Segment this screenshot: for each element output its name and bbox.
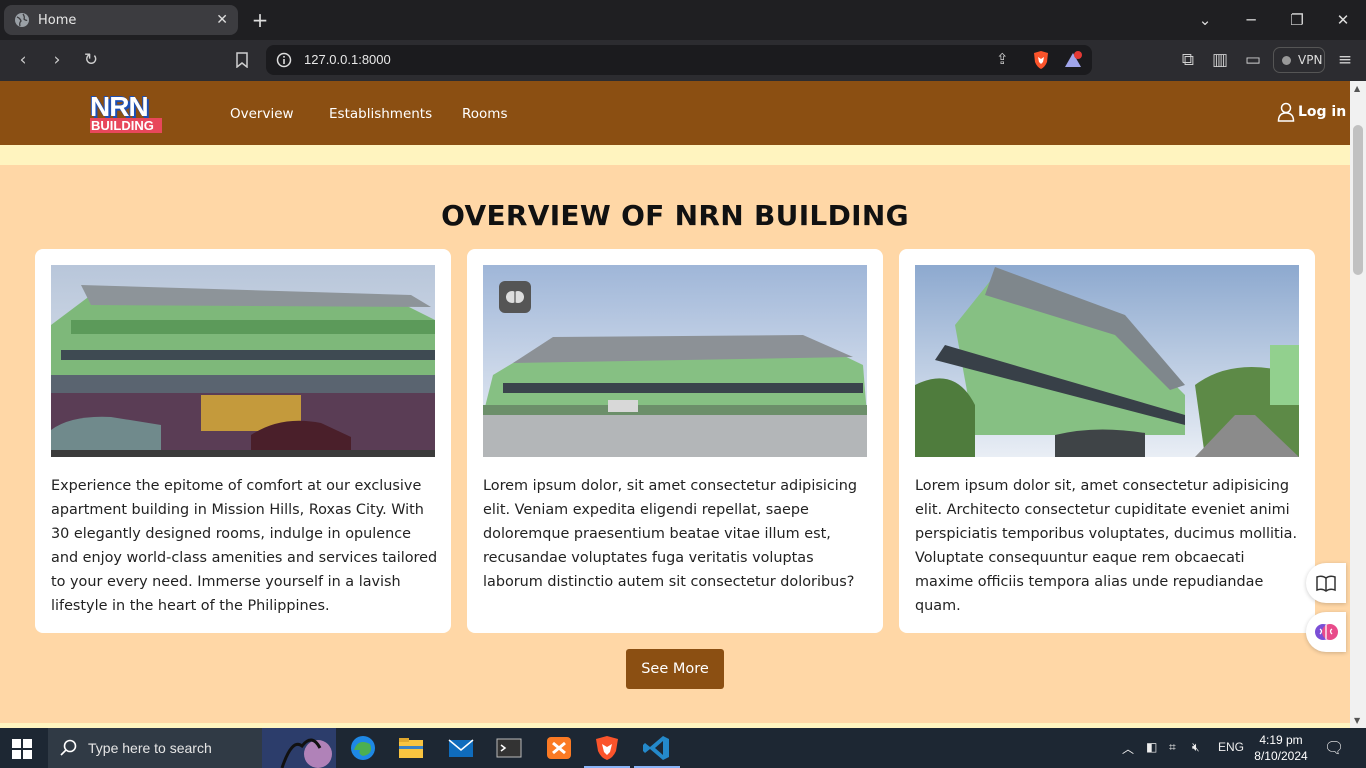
file-explorer-icon[interactable]: [396, 734, 426, 762]
address-bar[interactable]: 127.0.0.1:8000 ⇪: [266, 45, 1092, 75]
search-icon: [60, 739, 77, 756]
card-description: Lorem ipsum dolor sit, amet consectetur …: [915, 478, 1298, 614]
nav-establishments[interactable]: Establishments: [329, 106, 432, 122]
url-text: 127.0.0.1:8000: [304, 52, 391, 67]
mail-app-icon[interactable]: [446, 734, 476, 762]
building-photo: [483, 265, 867, 457]
windows-start-icon[interactable]: [12, 739, 32, 759]
browser-toolbar: ‹ › ↻ 127.0.0.1:8000 ⇪ ⧉ ▥ ▭ VPN ≡: [0, 40, 1366, 81]
brave-app-icon[interactable]: [584, 734, 630, 768]
see-more-button[interactable]: See More: [626, 649, 724, 689]
login-label: Log in: [1298, 104, 1347, 120]
share-icon[interactable]: ⇪: [996, 50, 1016, 70]
logo-text-bottom: BUILDING: [90, 118, 162, 133]
brave-rewards-icon[interactable]: [1064, 51, 1082, 69]
wallet-icon[interactable]: ▭: [1241, 48, 1265, 72]
vscode-app-icon[interactable]: [634, 734, 680, 768]
page-scrollbar[interactable]: ▲ ▼: [1350, 81, 1366, 728]
search-placeholder: Type here to search: [88, 740, 212, 756]
tab-close-icon[interactable]: ✕: [216, 12, 228, 28]
scrollbar-thumb[interactable]: [1353, 125, 1363, 275]
brain-icon[interactable]: [499, 281, 531, 313]
sidebar-toggle-icon[interactable]: ▥: [1208, 48, 1232, 72]
user-icon: [1277, 102, 1295, 122]
clock-time: 4:19 pm: [1259, 733, 1303, 747]
network-icon[interactable]: ⌗: [1169, 740, 1176, 755]
scroll-down-icon[interactable]: ▼: [1354, 716, 1360, 725]
windows-taskbar: Type here to search ︿ ◧ ⌗ 🔇︎ ENG 4:19 pm…: [0, 728, 1366, 768]
back-icon[interactable]: ‹: [11, 48, 35, 72]
brave-shields-icon[interactable]: [1032, 50, 1050, 70]
bookmark-icon[interactable]: [230, 48, 254, 72]
minimize-button[interactable]: ─: [1240, 10, 1262, 30]
volume-muted-icon[interactable]: 🔇︎: [1192, 740, 1200, 755]
globe-icon: [15, 13, 29, 27]
browser-tab[interactable]: Home ✕: [4, 5, 238, 35]
search-highlight-image: [262, 728, 336, 768]
tab-search-chevron-icon[interactable]: ⌄: [1194, 10, 1216, 30]
site-navbar: NRN BUILDING Overview Establishments Roo…: [0, 81, 1350, 145]
page-viewport: NRN BUILDING Overview Establishments Roo…: [0, 81, 1350, 728]
card-description: Lorem ipsum dolor, sit amet consectetur …: [483, 478, 857, 590]
hero-strip: [0, 145, 1350, 165]
vpn-button[interactable]: VPN: [1273, 47, 1325, 73]
overview-card: Experience the epitome of comfort at our…: [35, 249, 451, 633]
menu-icon[interactable]: ≡: [1333, 48, 1357, 72]
language-indicator[interactable]: ENG: [1218, 740, 1244, 754]
tray-overflow-chevron-icon[interactable]: ︿: [1122, 740, 1134, 757]
close-window-button[interactable]: ✕: [1332, 10, 1354, 30]
new-tab-button[interactable]: +: [250, 8, 270, 32]
brain-icon: [1315, 624, 1338, 640]
building-photo: [915, 265, 1299, 457]
reader-mode-button[interactable]: [1306, 563, 1346, 603]
site-info-icon[interactable]: [276, 52, 292, 68]
login-button[interactable]: Log in: [1277, 102, 1346, 122]
forward-icon[interactable]: ›: [45, 48, 69, 72]
meet-now-icon[interactable]: ◧: [1146, 740, 1157, 754]
card-description: Experience the epitome of comfort at our…: [51, 478, 438, 614]
browser-tab-bar: Home ✕ + ⌄ ─ ❐ ✕: [0, 0, 1366, 40]
system-clock[interactable]: 4:19 pm 8/10/2024: [1248, 732, 1314, 764]
restore-button[interactable]: ❐: [1286, 10, 1308, 30]
site-logo[interactable]: NRN BUILDING: [90, 91, 162, 133]
clock-date: 8/10/2024: [1254, 749, 1308, 763]
notifications-icon[interactable]: 🗨︎: [1324, 738, 1344, 758]
scroll-up-icon[interactable]: ▲: [1354, 84, 1360, 93]
terminal-app-icon[interactable]: [494, 734, 524, 762]
tab-title: Home: [38, 12, 77, 28]
overview-card: Lorem ipsum dolor, sit amet consectetur …: [467, 249, 883, 633]
page-title: OVERVIEW OF NRN BUILDING: [441, 199, 909, 232]
edge-app-icon[interactable]: [348, 734, 378, 762]
nav-overview[interactable]: Overview: [230, 106, 294, 122]
book-icon: [1316, 575, 1336, 592]
reload-icon[interactable]: ↻: [79, 48, 103, 72]
taskbar-search[interactable]: Type here to search: [48, 728, 336, 768]
building-photo: [51, 265, 435, 457]
ai-assistant-button[interactable]: [1306, 612, 1346, 652]
overview-card: Lorem ipsum dolor sit, amet consectetur …: [899, 249, 1315, 633]
xampp-app-icon[interactable]: [544, 734, 574, 762]
extensions-icon[interactable]: ⧉: [1176, 48, 1200, 72]
nav-rooms[interactable]: Rooms: [462, 106, 507, 122]
